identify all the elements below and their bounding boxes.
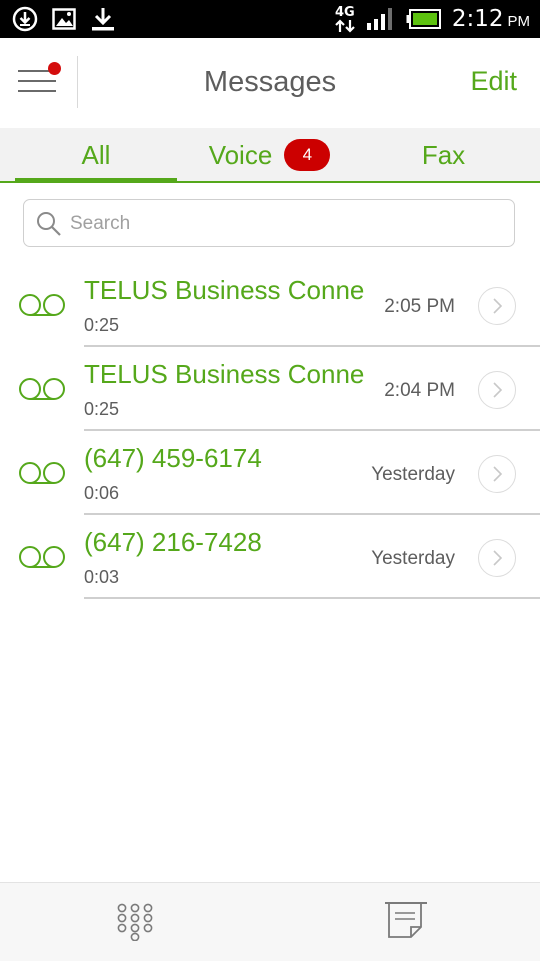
clock: 2:12 PM [452,6,530,32]
message-type-tabs: All Voice 4 Fax [0,128,540,182]
voice-count-badge: 4 [284,139,331,171]
clock-time: 2:12 [451,6,504,32]
message-time: Yesterday [371,548,455,569]
dialpad-icon[interactable] [116,903,154,941]
message-time: 2:05 PM [384,296,455,317]
row-divider [84,597,540,599]
message-details-button[interactable] [478,287,516,325]
message-details-button[interactable] [478,539,516,577]
signal-icon [366,8,392,30]
search-input[interactable] [68,208,492,240]
voicemail-icon [19,546,65,568]
chevron-right-icon [493,382,503,398]
message-sender: (647) 216-7428 [84,527,262,557]
search-box[interactable] [23,199,515,247]
edit-button[interactable]: Edit [470,66,517,97]
clock-ampm: PM [507,13,531,30]
message-duration: 0:25 [84,315,120,335]
tab-voice-label: Voice [208,139,273,170]
list-item[interactable]: TELUS Business Connect 0:25 2:05 PM [0,263,540,347]
network-type: 4G [334,4,355,20]
message-time: 2:04 PM [384,380,455,401]
chevron-right-icon [493,550,503,566]
search-icon [37,212,61,236]
message-sender: (647) 459-6174 [84,443,262,473]
voicemail-icon [19,462,65,484]
message-duration: 0:03 [84,567,120,587]
tabs-divider [0,181,540,183]
tab-all-label: All [81,139,111,170]
message-sender: TELUS Business Connect [84,359,364,389]
message-details-button[interactable] [478,371,516,409]
message-sender: TELUS Business Connect [84,275,364,305]
tab-all[interactable]: All [15,128,177,182]
status-bar-left-icons [12,6,116,32]
network-arrows-icon [335,18,355,33]
download-active-icon [12,6,38,32]
download-icon [92,8,114,31]
status-bar: 4G 2:12 PM [0,0,540,38]
bottom-toolbar [0,882,540,961]
image-icon [52,8,76,30]
tab-voice[interactable]: Voice 4 [177,128,362,182]
message-time: Yesterday [371,464,455,485]
voicemail-icon [19,378,65,400]
tab-fax-label: Fax [421,139,466,170]
message-duration: 0:25 [84,399,120,419]
list-item[interactable]: (647) 459-6174 0:06 Yesterday [0,431,540,515]
notes-icon[interactable] [383,901,429,941]
page-title: Messages [203,66,337,98]
tab-fax[interactable]: Fax [362,128,525,182]
message-details-button[interactable] [478,455,516,493]
chevron-right-icon [493,298,503,314]
app-header: Messages Edit [0,38,540,128]
chevron-right-icon [493,466,503,482]
list-item[interactable]: TELUS Business Connect 0:25 2:04 PM [0,347,540,431]
voicemail-icon [19,294,65,316]
battery-icon [406,9,441,29]
status-bar-right: 4G 2:12 PM [334,0,530,38]
network-indicator: 4G [334,6,356,33]
message-duration: 0:06 [84,483,120,503]
list-item[interactable]: (647) 216-7428 0:03 Yesterday [0,515,540,599]
